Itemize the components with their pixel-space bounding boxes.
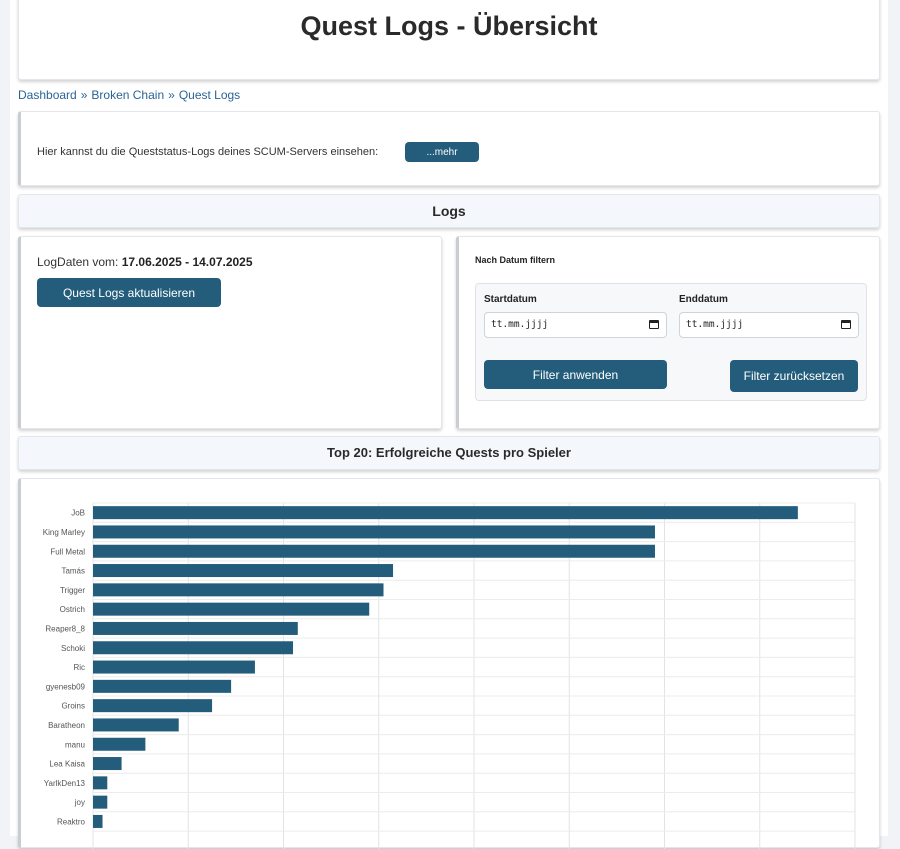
- chart-section-title: Top 20: Erfolgreiche Quests pro Spieler: [18, 436, 880, 470]
- log-date-range: LogDaten vom: 17.06.2025 - 14.07.2025: [37, 255, 253, 269]
- chart-bar[interactable]: [93, 544, 655, 558]
- quests-bar-chart: JoB King Marley Full Metal Tamás Trigger Ostr…: [43, 502, 856, 849]
- chart-category-label: Full Metal: [50, 547, 85, 556]
- logs-section-title: Logs: [18, 194, 880, 228]
- chart-bar[interactable]: [93, 737, 146, 751]
- start-date-label: Startdatum: [484, 294, 537, 305]
- breadcrumb: Dashboard» Broken Chain» Quest Logs: [18, 88, 240, 102]
- chart-category-label: Groins: [61, 702, 85, 711]
- chart-category-label: Lea Kaisa: [49, 760, 85, 769]
- chart-category-label: joy: [74, 798, 85, 807]
- log-info-card: LogDaten vom: 17.06.2025 - 14.07.2025 Qu…: [18, 236, 442, 429]
- more-button[interactable]: ...mehr: [405, 142, 479, 162]
- chart-bar[interactable]: [93, 564, 394, 578]
- chart-category-label: Ostrich: [60, 605, 85, 614]
- chart-bar[interactable]: [93, 660, 255, 674]
- filter-title: Nach Datum filtern: [475, 255, 556, 265]
- end-date-label: Enddatum: [679, 294, 728, 305]
- page-container: Quest Logs - Übersicht Dashboard» Broken …: [10, 0, 888, 849]
- breadcrumb-separator: »: [168, 88, 175, 102]
- log-date-value: 17.06.2025 - 14.07.2025: [121, 255, 253, 269]
- chart-bar[interactable]: [93, 679, 232, 693]
- chart-category-label: Tamás: [61, 567, 85, 576]
- chart-bar[interactable]: [93, 776, 108, 790]
- start-date-placeholder: tt.mm.jjjj: [491, 319, 549, 330]
- breadcrumb-dashboard-link[interactable]: Dashboard: [18, 88, 77, 102]
- chart-bar[interactable]: [93, 525, 655, 539]
- chart-category-label: JoB: [71, 509, 85, 518]
- end-date-placeholder: tt.mm.jjjj: [686, 319, 744, 330]
- chart-bar[interactable]: [93, 506, 798, 520]
- chart-bar[interactable]: [93, 621, 298, 635]
- chart-bar[interactable]: [93, 602, 370, 616]
- chart-category-label: YarlkDen13: [44, 779, 86, 788]
- chart-bar[interactable]: [93, 814, 103, 828]
- chart-bar[interactable]: [93, 641, 294, 655]
- chart-bar[interactable]: [93, 718, 179, 732]
- info-text: Hier kannst du die Queststatus-Logs dein…: [37, 146, 379, 158]
- chart-category-label: Ric: [73, 663, 85, 672]
- breadcrumb-separator: »: [80, 88, 88, 102]
- title-card: Quest Logs - Übersicht: [18, 0, 880, 80]
- breadcrumb-current[interactable]: Quest Logs: [179, 88, 240, 102]
- log-date-label: LogDaten vom:: [37, 255, 119, 269]
- calendar-icon[interactable]: [841, 320, 851, 329]
- info-card: Hier kannst du die Queststatus-Logs dein…: [18, 111, 880, 186]
- page-title: Quest Logs - Übersicht: [300, 11, 598, 41]
- chart-category-label: Baratheon: [48, 721, 85, 730]
- calendar-icon[interactable]: [649, 320, 659, 329]
- filter-form: Startdatum tt.mm.jjjj Enddatum tt.mm.jjj…: [475, 283, 867, 401]
- start-date-input[interactable]: tt.mm.jjjj: [484, 312, 667, 338]
- chart-bar[interactable]: [93, 583, 384, 597]
- breadcrumb-server-link[interactable]: Broken Chain: [91, 88, 164, 102]
- chart-category-label: Schoki: [61, 644, 85, 653]
- chart-category-label: Trigger: [60, 586, 85, 595]
- chart-bar[interactable]: [93, 757, 122, 771]
- update-logs-button[interactable]: Quest Logs aktualisieren: [37, 278, 221, 307]
- chart-category-label: Reaper8_8: [45, 624, 85, 633]
- chart-category-label: manu: [65, 740, 85, 749]
- reset-filter-button[interactable]: Filter zurücksetzen: [730, 360, 858, 392]
- chart-category-label: King Marley: [43, 528, 85, 537]
- chart-category-label: Reaktro: [57, 817, 86, 826]
- apply-filter-button[interactable]: Filter anwenden: [484, 360, 667, 389]
- chart-bar[interactable]: [93, 795, 108, 809]
- chart-card: JoB King Marley Full Metal Tamás Trigger Ostr…: [18, 478, 880, 849]
- date-filter-card: Nach Datum filtern Startdatum tt.mm.jjjj…: [456, 236, 880, 429]
- end-date-input[interactable]: tt.mm.jjjj: [679, 312, 859, 338]
- chart-category-label: gyenesb09: [46, 682, 86, 691]
- chart-bar[interactable]: [93, 699, 213, 713]
